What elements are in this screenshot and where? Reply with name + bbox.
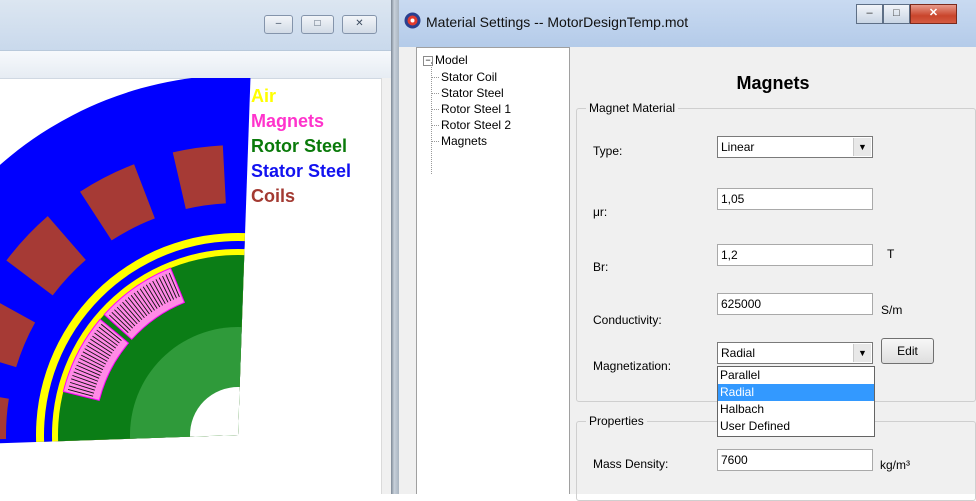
- mass-density-unit: kg/m³: [880, 458, 910, 472]
- tree-connector: [431, 125, 439, 126]
- magnetization-select[interactable]: Radial ▼: [717, 342, 873, 364]
- tree-root-model[interactable]: − Model: [423, 53, 468, 67]
- model-tree[interactable]: − Model Stator Coil Stator Steel Rotor Stee…: [416, 47, 570, 494]
- minimize-button[interactable]: –: [264, 15, 293, 34]
- dropdown-option-user-defined[interactable]: User Defined: [718, 418, 874, 435]
- app-icon: [404, 12, 421, 29]
- type-label: Type:: [593, 144, 623, 158]
- dropdown-option-parallel[interactable]: Parallel: [718, 367, 874, 384]
- material-legend: Air Magnets Rotor Steel Stator Steel Coils: [251, 84, 351, 209]
- conductivity-label: Conductivity:: [593, 313, 662, 327]
- close-button[interactable]: ✕: [910, 4, 957, 24]
- conductivity-input[interactable]: 625000: [717, 293, 873, 315]
- close-button-left[interactable]: ✕: [342, 15, 377, 34]
- edit-button[interactable]: Edit: [881, 338, 934, 364]
- maximize-button[interactable]: □: [301, 15, 334, 34]
- mur-label: μr:: [593, 205, 608, 219]
- group-title: Magnet Material: [586, 101, 679, 115]
- tree-item-magnets[interactable]: Magnets: [441, 133, 487, 149]
- left-window-toolbar: [0, 50, 391, 79]
- tree-connector: [431, 141, 439, 142]
- motor-geometry-window: – □ ✕ Air Magnets Rotor Steel Stator Steel C…: [0, 0, 391, 494]
- legend-item: Air: [251, 86, 277, 106]
- type-select[interactable]: Linear ▼: [717, 136, 873, 158]
- material-settings-window: Material Settings -- MotorDesignTemp.mot…: [399, 0, 976, 501]
- legend-item: Stator Steel: [251, 161, 352, 181]
- legend-item: Coils: [251, 186, 296, 206]
- conductivity-unit: S/m: [881, 303, 903, 317]
- group-title: Properties: [586, 414, 647, 428]
- br-unit: T: [887, 247, 895, 261]
- legend-item: Rotor Steel: [251, 136, 348, 156]
- tree-connector: [431, 93, 439, 94]
- minimize-button-right[interactable]: –: [856, 4, 883, 24]
- maximize-button-right[interactable]: □: [883, 4, 910, 24]
- magnetization-select-value: Radial: [721, 346, 756, 360]
- dropdown-option-radial[interactable]: Radial: [718, 384, 874, 401]
- magnetization-dropdown-list[interactable]: Parallel Radial Halbach User Defined: [717, 366, 875, 437]
- vertical-scrollbar[interactable]: [381, 78, 391, 494]
- tree-item-rotor-steel-1[interactable]: Rotor Steel 1: [441, 101, 511, 117]
- legend-item: Magnets: [251, 111, 325, 131]
- mur-input[interactable]: 1,05: [717, 188, 873, 210]
- tree-item-stator-steel[interactable]: Stator Steel: [441, 85, 504, 101]
- tree-item-rotor-steel-2[interactable]: Rotor Steel 2: [441, 117, 511, 133]
- br-input[interactable]: 1,2: [717, 244, 873, 266]
- chevron-down-icon[interactable]: ▼: [853, 138, 871, 156]
- dropdown-option-halbach[interactable]: Halbach: [718, 401, 874, 418]
- br-label: Br:: [593, 260, 609, 274]
- window-divider: [391, 0, 399, 494]
- tree-connector: [431, 77, 439, 78]
- chevron-down-icon[interactable]: ▼: [853, 344, 871, 362]
- tree-connector: [431, 109, 439, 110]
- mass-density-label: Mass Density:: [593, 457, 669, 471]
- mass-density-input[interactable]: 7600: [717, 449, 873, 471]
- left-window-titlebar: – □ ✕: [0, 0, 391, 50]
- right-window-titlebar: Material Settings -- MotorDesignTemp.mot…: [399, 0, 976, 47]
- tree-connector: [431, 62, 433, 174]
- magnetization-label: Magnetization:: [593, 359, 672, 373]
- tree-item-stator-coil[interactable]: Stator Coil: [441, 69, 497, 85]
- motor-geometry: [0, 78, 251, 444]
- page-title: Magnets: [736, 73, 810, 93]
- window-title: Material Settings -- MotorDesignTemp.mot: [426, 14, 689, 30]
- tree-root-label: Model: [435, 53, 468, 67]
- type-select-value: Linear: [721, 140, 755, 154]
